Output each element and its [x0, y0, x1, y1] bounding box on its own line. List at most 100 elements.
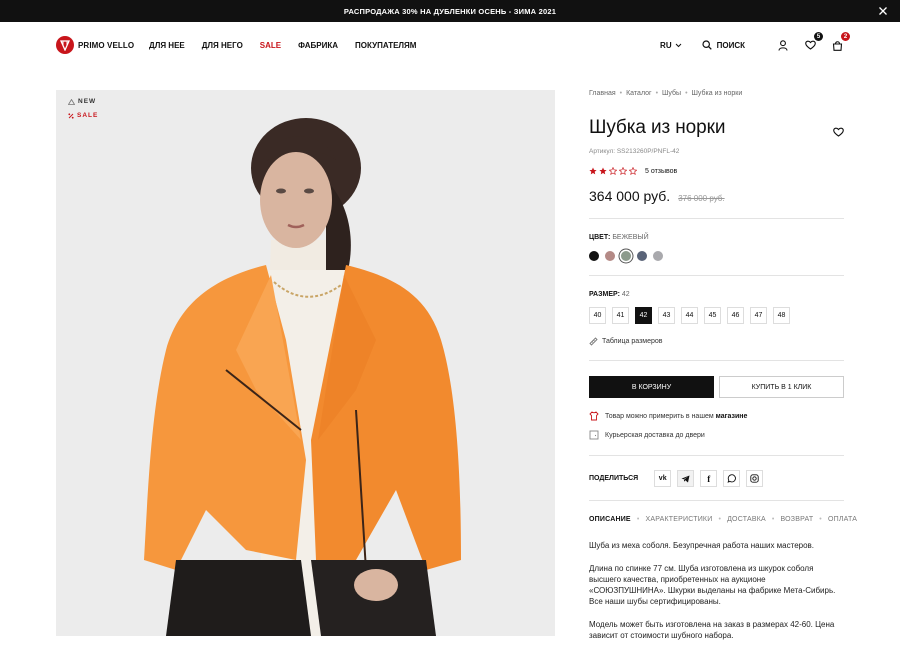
divider: [589, 455, 844, 456]
color-value: БЕЖЕВЫЙ: [612, 234, 649, 241]
facebook-icon: f: [707, 473, 711, 484]
color-label: ЦВЕТ: БЕЖЕВЫЙ: [589, 234, 649, 241]
header-actions: RU ПОИСК 5 2: [660, 32, 850, 54]
vk-icon: vk: [658, 475, 667, 482]
size-option[interactable]: 42: [635, 307, 652, 324]
site-header: PRIMO VELLO ДЛЯ НЕЕ ДЛЯ НЕГО SALE ФАБРИК…: [0, 22, 900, 68]
whatsapp-icon: [727, 474, 737, 483]
size-option[interactable]: 43: [658, 307, 675, 324]
color-swatch[interactable]: [621, 251, 631, 261]
product-tabs: ОПИСАНИЕ • ХАРАКТЕРИСТИКИ • ДОСТАВКА • ВОЗВ…: [589, 516, 858, 523]
color-swatch[interactable]: [605, 251, 615, 261]
product-rating[interactable]: 5 отзывов: [589, 167, 677, 175]
add-to-cart-button[interactable]: В КОРЗИНУ: [589, 376, 714, 398]
share-telegram-button[interactable]: [677, 470, 695, 487]
size-option[interactable]: 40: [589, 307, 606, 324]
rating-stars: [589, 167, 637, 175]
promo-banner-text: РАСПРОДАЖА 30% НА ДУБЛЕНКИ ОСЕНЬ - ЗИМА …: [343, 6, 557, 16]
store-link[interactable]: магазине: [716, 413, 748, 420]
color-swatch[interactable]: [637, 251, 647, 261]
logo[interactable]: PRIMO VELLO: [56, 36, 134, 54]
tab-characteristics[interactable]: ХАРАКТЕРИСТИКИ: [645, 516, 712, 523]
account-button[interactable]: [776, 38, 790, 52]
add-to-wishlist-button[interactable]: [833, 124, 844, 137]
nav-item-for-him[interactable]: ДЛЯ НЕГО: [202, 41, 243, 50]
search-button[interactable]: ПОИСК: [702, 40, 745, 50]
size-label-text: РАЗМЕР:: [589, 291, 620, 298]
ruler-icon: [589, 337, 598, 346]
heart-icon: [804, 40, 816, 50]
star-filled-icon: [589, 167, 597, 175]
new-tag: NEW: [68, 98, 96, 105]
color-swatches: [589, 251, 663, 261]
color-swatch[interactable]: [653, 251, 663, 261]
breadcrumb-category[interactable]: Шубы: [662, 90, 681, 97]
tab-description[interactable]: ОПИСАНИЕ: [589, 516, 631, 523]
tab-returns[interactable]: ВОЗВРАТ: [781, 516, 814, 523]
size-option[interactable]: 44: [681, 307, 698, 324]
size-table-label: Таблица размеров: [602, 338, 663, 345]
product-price: 364 000 руб. 376 000 руб.: [589, 188, 725, 204]
divider: [589, 218, 844, 219]
current-price: 364 000 руб.: [589, 188, 671, 204]
tab-delivery[interactable]: ДОСТАВКА: [727, 516, 766, 523]
color-swatch[interactable]: [589, 251, 599, 261]
description-paragraph: Модель может быть изготовлена на заказ в…: [589, 620, 835, 640]
product-image[interactable]: NEW SALE: [56, 90, 555, 636]
nav-item-customers[interactable]: ПОКУПАТЕЛЯМ: [355, 41, 416, 50]
size-option[interactable]: 46: [727, 307, 744, 324]
star-empty-icon: [619, 167, 627, 175]
nav-item-for-her[interactable]: ДЛЯ НЕЕ: [149, 41, 185, 50]
share-instagram-button[interactable]: [746, 470, 764, 487]
product-sku: Артикул: SS213260P/PNFL-42: [589, 148, 680, 155]
try-on-info: Товар можно примерить в нашем магазине: [589, 411, 747, 421]
size-option[interactable]: 47: [750, 307, 767, 324]
brand-name: PRIMO VELLO: [78, 40, 135, 50]
delivery-info: Курьерская доставка до двери: [589, 430, 705, 440]
cart-button[interactable]: 2: [830, 32, 850, 52]
share-whatsapp-button[interactable]: [723, 470, 741, 487]
share-label: ПОДЕЛИТЬСЯ: [589, 475, 639, 482]
size-option[interactable]: 48: [773, 307, 790, 324]
buy-one-click-button[interactable]: КУПИТЬ В 1 КЛИК: [719, 376, 844, 398]
star-empty-icon: [629, 167, 637, 175]
divider: [589, 275, 844, 276]
search-label: ПОИСК: [716, 40, 745, 50]
sale-tag-label: SALE: [77, 112, 99, 119]
wishlist-button[interactable]: 5: [803, 32, 823, 52]
sale-tag: SALE: [68, 112, 98, 119]
instagram-icon: [750, 474, 759, 483]
delivery-text: Курьерская доставка до двери: [605, 431, 705, 439]
description-paragraph: Длина по спинке 77 см. Шуба изготовлена …: [589, 564, 836, 606]
breadcrumb-catalog[interactable]: Каталог: [626, 90, 651, 97]
size-table-link[interactable]: Таблица размеров: [589, 337, 663, 346]
divider: [589, 360, 844, 361]
percent-icon: [68, 112, 74, 119]
star-filled-icon: [599, 167, 607, 175]
language-selector[interactable]: RU: [660, 41, 682, 50]
search-icon: [702, 40, 712, 50]
main-nav: ДЛЯ НЕЕ ДЛЯ НЕГО SALE ФАБРИКА ПОКУПАТЕЛЯ…: [149, 41, 433, 50]
cart-count-badge: 2: [841, 32, 850, 41]
size-option[interactable]: 45: [704, 307, 721, 324]
reviews-link[interactable]: 5 отзывов: [645, 168, 677, 175]
bag-icon: [832, 40, 842, 51]
size-label: РАЗМЕР: 42: [589, 291, 630, 298]
size-options: 40 41 42 43 44 45 46 47 48: [589, 307, 790, 324]
old-price: 376 000 руб.: [678, 194, 725, 203]
product-info: Главная • Каталог • Шубы • Шубка из норки Ш…: [589, 90, 857, 640]
tab-payment[interactable]: ОПЛАТА: [828, 516, 857, 523]
nav-item-sale[interactable]: SALE: [260, 41, 281, 50]
nav-item-factory[interactable]: ФАБРИКА: [298, 41, 338, 50]
share-vk-button[interactable]: vk: [654, 470, 672, 487]
logo-mark-icon: [56, 36, 74, 54]
heart-icon: [833, 127, 844, 137]
product-title: Шубка из норки: [589, 117, 726, 138]
triangle-icon: [68, 98, 75, 105]
description-paragraph: Шуба из меха соболя. Безупречная работа …: [589, 541, 815, 550]
share-section: ПОДЕЛИТЬСЯ vk f: [589, 470, 764, 487]
size-option[interactable]: 41: [612, 307, 629, 324]
share-facebook-button[interactable]: f: [700, 470, 718, 487]
breadcrumb-home[interactable]: Главная: [589, 90, 616, 97]
close-icon[interactable]: [876, 4, 890, 18]
